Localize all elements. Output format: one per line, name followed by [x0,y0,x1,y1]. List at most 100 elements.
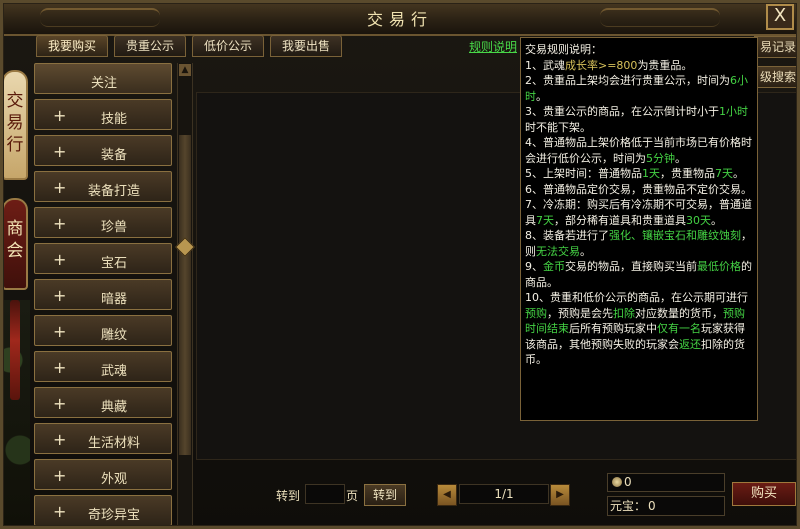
rule-segment: 3、贵重公示的商品，在公示倒计时小于 [525,105,719,118]
rule-segment: 1、武魂 [525,58,565,72]
category-item[interactable]: + 装备打造 [34,171,172,202]
rule-segment: 1小时 [719,105,748,118]
left-arrow-icon: ◀ [443,489,451,500]
rule-item: 4、普通物品上架价格低于当前市场已有价格时会进行低价公示，时间为5分钟。 [525,135,753,166]
rule-segment: 4、普通物品上架价格低于当前市场已有价格时会进行低价公示，时间为 [525,136,752,165]
rule-item: 5、上架时间：普通物品1天，贵重物品7天。 [525,166,753,182]
rule-item: 7、冷冻期：购买后有冷冻期不可交易，普通道具7天，部分稀有道具和贵重道具30天。 [525,197,753,228]
rule-segment: 。 [733,167,744,180]
rule-segment: 。 [580,244,591,258]
close-button[interactable]: X [766,4,794,30]
rule-segment: 2、贵重品上架均会进行贵重公示，时间为 [525,74,730,87]
rule-item: 8、装备若进行了强化、镶嵌宝石和雕纹蚀刻，则无法交易。 [525,228,753,259]
yuanbao-field: 元宝： 0 [607,496,725,516]
tassel-decoration [10,300,20,400]
rule-segment: 。 [711,213,722,227]
rules-body: 1、武魂成长率>=800为贵重品。 2、贵重品上架均会进行贵重公示，时间为6小时。… [525,58,753,368]
category-label: 珍兽 [100,220,127,235]
rule-segment: 仅有一名 [657,322,701,335]
category-item[interactable]: + 外观 [34,459,172,490]
category-item[interactable]: + 典藏 [34,387,172,418]
next-page-button[interactable]: ▶ [550,484,570,506]
rule-item: 9、金币交易的物品，直接购买当前最低价格的商品。 [525,259,753,290]
scroll-up-arrow[interactable]: ▲ [179,64,191,76]
side-tab-trading[interactable]: 交易行 [2,70,28,180]
rule-segment: 。 [536,89,547,103]
right-arrow-icon: ▶ [556,489,564,500]
rule-segment: ，贵重物品 [660,167,715,180]
category-label: 武魂 [100,364,127,379]
title-ornament-left [40,8,160,27]
rule-segment: 时不能下架。 [525,120,591,134]
tab-buy[interactable]: 我要购买 [36,35,108,57]
side-tabs: 交易行 商会 [0,70,30,300]
rule-segment: 8、装备若进行了 [525,229,609,242]
window-title: 交易行 [366,10,433,29]
rules-link[interactable]: 规则说明 [469,38,517,55]
coin-field: 0 [607,473,725,492]
category-item[interactable]: + 珍兽 [34,207,172,238]
category-item[interactable]: + 雕纹 [34,315,172,346]
category-label: 暗器 [100,292,127,307]
category-item[interactable]: + 生活材料 [34,423,172,454]
rule-segment: 。 [675,151,686,165]
page-unit-label: 页 [346,489,359,503]
category-item[interactable]: + 武魂 [34,351,172,382]
rule-segment: 9、 [525,260,543,273]
category-item[interactable]: + 装备 [34,135,172,166]
buy-button[interactable]: 购买 [732,482,796,506]
title-bar: 交易行 X [0,0,800,36]
category-label: 雕纹 [100,328,127,343]
title-ornament-right [600,8,720,27]
rules-heading: 交易规则说明： [525,43,602,56]
category-label: 宝石 [100,256,127,271]
tab-sell[interactable]: 我要出售 [270,35,342,57]
category-item[interactable]: + 暗器 [34,279,172,310]
top-tabs: 我要购买 贵重公示 低价公示 我要出售 [36,35,346,57]
rule-segment: 后所有预购玩家中 [569,322,657,335]
rule-segment: ，预购是会先 [547,306,613,320]
rule-segment: 最低价格 [697,260,741,273]
rule-segment: 对应数量的货币， [635,306,723,320]
rule-segment: 为贵重品。 [637,58,693,72]
rule-segment: 7天 [715,167,733,180]
rule-segment: 强化、镶嵌宝石和雕纹蚀刻 [609,229,741,242]
category-label: 典藏 [100,400,127,415]
page-indicator: 1/1 [459,484,549,504]
trading-house-window: { "window": { "title": "交易行", "close_lab… [0,0,800,529]
rule-segment: 成长率>=800 [565,58,638,72]
rule-segment: 金币 [543,260,565,273]
rule-item: 1、武魂成长率>=800为贵重品。 [525,58,753,74]
goto-page-input[interactable] [305,484,345,504]
category-list: 关注 + 技能 + 装备 + 装备打造 + 珍兽 + 宝石 + 暗器 + 雕纹 + 武魂 + 典藏 + 生活材料 + 外观 +… [34,63,174,529]
rule-segment: 预购 [525,306,547,320]
category-item[interactable]: + 技能 [34,99,172,130]
category-item[interactable]: 关注 [34,63,172,94]
rule-segment: 10、贵重和低价公示的商品，在公示期可进行 [525,291,748,304]
goto-label: 转到 [276,489,301,503]
prev-page-button[interactable]: ◀ [437,484,457,506]
coin-icon [612,477,622,487]
rule-segment: 交易的物品，直接购买当前 [565,260,697,273]
advanced-search-button[interactable]: 级搜索 [754,66,800,88]
category-item[interactable]: + 宝石 [34,243,172,274]
rule-segment: 无法交易 [536,244,580,258]
side-tab-guild[interactable]: 商会 [2,198,28,290]
tab-lowprice-notice[interactable]: 低价公示 [192,35,264,57]
goto-button[interactable]: 转到 [364,484,406,506]
scroll-thumb[interactable] [179,135,191,455]
tab-valuable-notice[interactable]: 贵重公示 [114,35,186,57]
rule-segment: 7天 [536,213,554,227]
rule-segment: 5、上架时间：普通物品 [525,167,642,180]
rule-segment: 1天 [642,167,660,180]
category-label: 装备打造 [87,184,140,199]
trade-record-button[interactable]: 易记录 [754,36,800,58]
category-scrollbar[interactable]: ▲ [177,63,193,529]
coin-value: 0 [624,475,632,489]
category-item[interactable]: + 奇珍异宝 [34,495,172,526]
rule-item: 10、贵重和低价公示的商品，在公示期可进行预购，预购是会先扣除对应数量的货币，预… [525,290,753,368]
category-label: 外观 [100,472,127,487]
category-label: 装备 [100,148,127,163]
yuanbao-label: 元宝： [610,499,647,513]
rule-segment: ，部分稀有道具和贵重道具 [554,213,686,227]
